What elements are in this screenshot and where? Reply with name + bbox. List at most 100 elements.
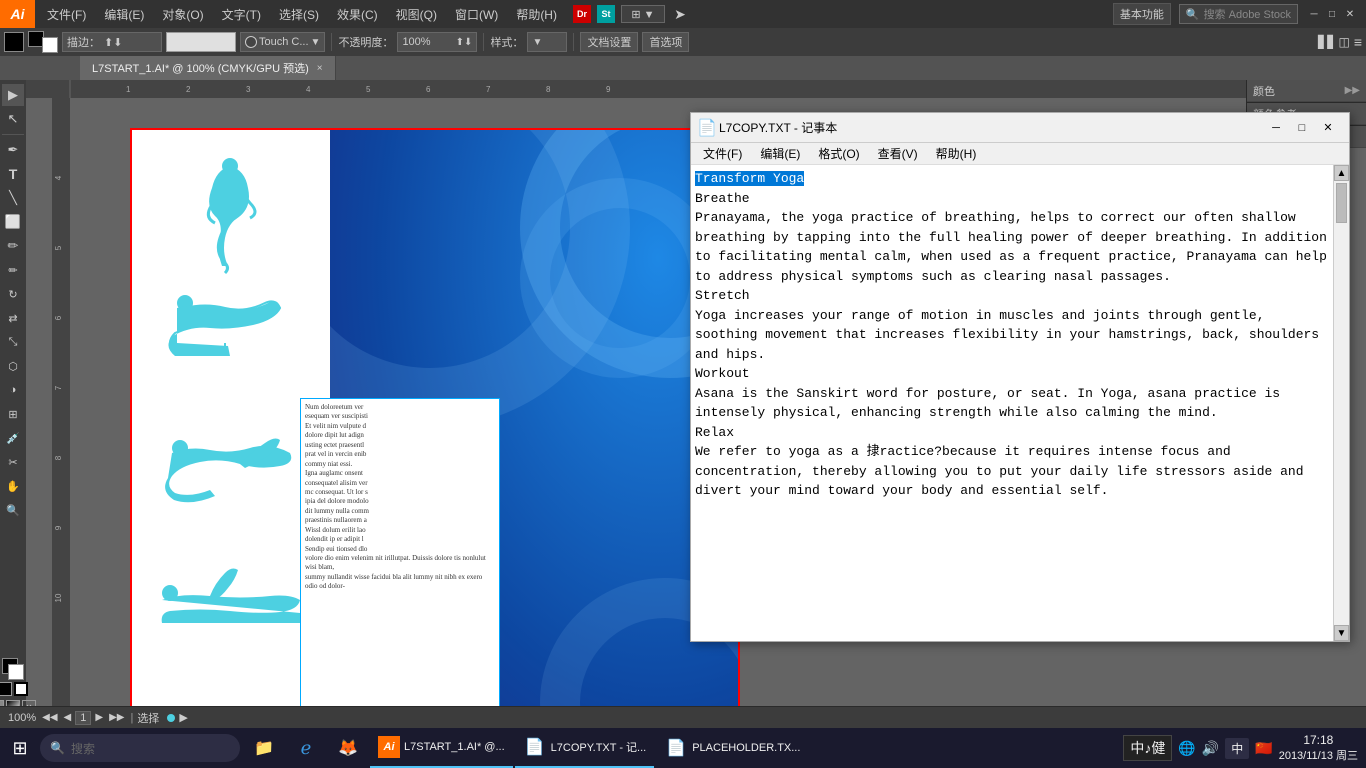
tool-blend[interactable]: ⬡ [2,355,24,377]
color-panel-header[interactable]: 颜色 ▶▶ [1247,80,1366,102]
ai-minimize-btn[interactable]: ─ [1306,6,1322,22]
tool-type[interactable]: T [2,163,24,185]
tool-direct-select[interactable]: ↖ [2,108,24,130]
notepad-scrollbar[interactable]: ▲ ▼ [1333,165,1349,641]
tab-label: L7START_1.AI* @ 100% (CMYK/GPU 预选) [92,60,309,76]
doc-settings-btn[interactable]: 文档设置 [580,32,638,52]
network-tray-icon[interactable]: 🌐 [1178,740,1195,757]
tool-hand[interactable]: ✋ [2,475,24,497]
tool-scissors[interactable]: ✂ [2,451,24,473]
svg-text:9: 9 [606,85,611,94]
tool-rect[interactable]: ⬜ [2,211,24,233]
menu-window[interactable]: 窗口(W) [447,0,506,28]
notepad-menu-edit[interactable]: 编辑(E) [752,143,808,164]
menu-file[interactable]: 文件(F) [39,0,94,28]
tool-zoom[interactable]: 🔍 [2,499,24,521]
yoga-figure-2 [155,288,305,393]
taskbar-search-box[interactable]: 🔍 搜索 [40,734,240,762]
menu-edit[interactable]: 编辑(E) [96,0,152,28]
file-explorer-icon: 📁 [252,736,276,760]
notepad-menu-file[interactable]: 文件(F) [695,143,750,164]
touch-selector[interactable]: Touch C... ▼ [240,32,325,52]
menu-object[interactable]: 对象(O) [154,0,211,28]
start-button[interactable]: ⊞ [0,728,40,768]
tool-reflect[interactable]: ⇄ [2,307,24,329]
style-selector[interactable]: ▼ [527,32,567,52]
nav-next-btn[interactable]: ▶ [93,712,105,723]
nav-first-btn[interactable]: ◀◀ [40,712,59,723]
yoga-figure-3 [150,418,310,543]
ai-close-btn[interactable]: ✕ [1342,6,1358,22]
notepad-close-btn[interactable]: ✕ [1315,118,1341,138]
dr-icon: Dr [573,5,591,23]
notepad-minimize-btn[interactable]: ─ [1263,118,1289,138]
status-action-label: 选择 [137,710,159,726]
volume-tray-icon[interactable]: 🔊 [1202,740,1219,757]
fill-swatch[interactable] [0,682,12,696]
tool-rotate[interactable]: ↻ [2,283,24,305]
scrollbar-thumb[interactable] [1336,183,1347,223]
taskbar-file-explorer[interactable]: 📁 [244,728,284,768]
page-number[interactable]: 1 [75,711,91,725]
tool-pen[interactable]: ✒ [2,139,24,161]
color-panel-expand[interactable]: ▶▶ [1345,85,1360,96]
nav-last-btn[interactable]: ▶▶ [107,712,126,723]
yoga-figure-4 [150,558,310,663]
tab-close-btn[interactable]: × [317,63,323,74]
preferences-btn[interactable]: 首选项 [642,32,689,52]
menu-select[interactable]: 选择(S) [271,0,327,28]
menu-help[interactable]: 帮助(H) [508,0,565,28]
taskbar-clock[interactable]: 17:18 2013/11/13 周三 [1279,733,1358,763]
taskbar-illustrator[interactable]: Ai L7START_1.AI* @... [370,728,513,768]
color-fg-bg-swatches[interactable] [2,658,24,680]
color-panel-label: 颜色 [1253,83,1275,99]
stroke-swatch[interactable] [14,682,28,696]
notepad-menu-help[interactable]: 帮助(H) [928,143,985,164]
ai-right-controls: 基本功能 🔍 搜索 Adobe Stock ─ □ ✕ [1113,3,1366,25]
status-expand-icon[interactable]: ▶ [179,711,187,724]
taskbar-edge[interactable]: ℯ [286,728,326,768]
color-mode-btn[interactable] [28,31,58,53]
scrollbar-up-btn[interactable]: ▲ [1334,165,1349,181]
opacity-label: 不透明度： [338,34,393,50]
tool-select[interactable]: ▶ [2,84,24,106]
taskbar-firefox[interactable]: 🦊 [328,728,368,768]
stroke-selector[interactable]: 描边： ⬆⬇ [62,32,162,52]
ai-restore-btn[interactable]: □ [1324,6,1340,22]
taskbar-right: 中♪健 🌐 🔊 中 🇨🇳 17:18 2013/11/13 周三 [1123,733,1366,763]
notepad-menu-format[interactable]: 格式(O) [810,143,867,164]
menu-effect[interactable]: 效果(C) [329,0,386,28]
artboard-text-box[interactable]: Num doloreetum veresequam ver suscipisti… [300,398,500,738]
opacity-value: 100% [402,36,430,48]
basic-function-btn[interactable]: 基本功能 [1113,3,1171,25]
taskbar-notepad[interactable]: 📄 L7COPY.TXT - 记... [515,728,655,768]
menu-expand-icon[interactable]: ≡ [1354,34,1362,50]
grid-icon-btn[interactable]: ⊞ ▼ [621,5,665,23]
toolbar-divider-3 [573,33,574,51]
background-swatch[interactable] [8,664,24,680]
tool-mesh[interactable]: ⊞ [2,403,24,425]
language-indicator[interactable]: 中 [1225,738,1249,759]
cn-input-icon[interactable]: 🇨🇳 [1255,740,1272,757]
menu-view[interactable]: 视图(Q) [388,0,445,28]
tool-paintbrush[interactable]: ✏ [2,235,24,257]
scrollbar-down-btn[interactable]: ▼ [1334,625,1349,641]
notepad-menu-view[interactable]: 查看(V) [870,143,926,164]
menu-text[interactable]: 文字(T) [214,0,269,28]
tool-scale[interactable]: ⤡ [2,331,24,353]
active-document-tab[interactable]: L7START_1.AI* @ 100% (CMYK/GPU 预选) × [80,56,336,80]
color-swatch-black[interactable] [4,32,24,52]
ime-status-area[interactable]: 中♪健 [1123,735,1172,761]
stroke-label: 描边： [67,34,100,50]
ai-menu-items: 文件(F) 编辑(E) 对象(O) 文字(T) 选择(S) 效果(C) 视图(Q… [35,0,565,28]
tool-line[interactable]: ╲ [2,187,24,209]
notepad-text-area[interactable]: Transform YogaBreathePranayama, the yoga… [691,165,1333,641]
opacity-control[interactable]: 100% ⬆⬇ [397,32,477,52]
svg-text:10: 10 [54,593,63,602]
tool-gradient[interactable]: ◑ [2,379,24,401]
tool-pencil[interactable]: ✏ [2,259,24,281]
nav-prev-btn[interactable]: ◀ [62,712,74,723]
taskbar-notepad2[interactable]: 📄 PLACEHOLDER.TX... [656,728,808,768]
tool-eyedropper[interactable]: 💉 [2,427,24,449]
notepad-restore-btn[interactable]: □ [1289,118,1315,138]
